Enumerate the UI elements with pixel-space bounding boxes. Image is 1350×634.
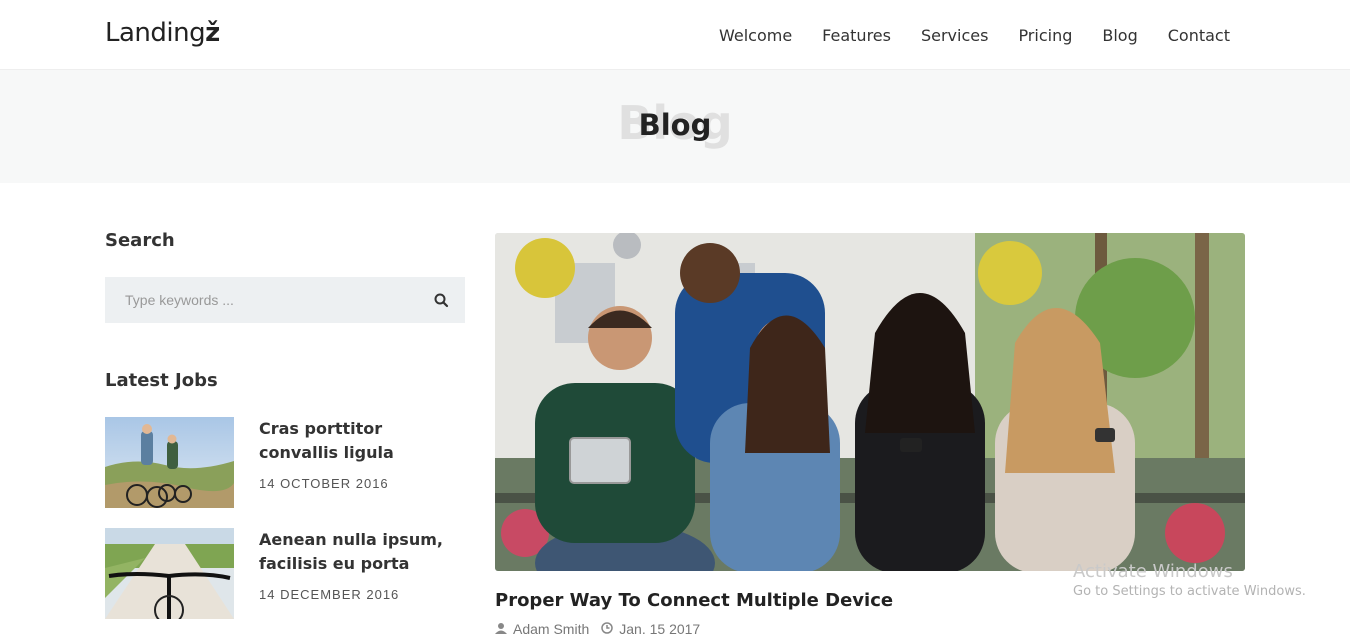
latest-jobs-title: Latest Jobs: [105, 370, 218, 391]
watermark-line-1: Activate Windows: [1073, 561, 1233, 582]
job-title[interactable]: Cras porttitor convallis ligula: [259, 417, 459, 465]
job-item[interactable]: Cras porttitor convallis ligula 14 OCTOB…: [105, 417, 465, 509]
nav-pricing[interactable]: Pricing: [1018, 26, 1072, 45]
windows-activation-watermark: Activate Windows Go to Settings to activ…: [1073, 561, 1306, 599]
page-title: Blog: [638, 108, 712, 142]
nav-contact[interactable]: Contact: [1168, 26, 1230, 45]
page-title-band: Blog Blog: [0, 70, 1350, 183]
post-title[interactable]: Proper Way To Connect Multiple Device: [495, 590, 893, 611]
job-item[interactable]: Aenean nulla ipsum, facilisis eu porta 1…: [105, 528, 465, 620]
job-date: 14 OCTOBER 2016: [259, 476, 389, 491]
post-author[interactable]: Adam Smith: [513, 621, 589, 634]
post-featured-image[interactable]: [495, 233, 1245, 571]
logo-accent: ž: [205, 18, 220, 48]
search-input[interactable]: [105, 277, 425, 323]
logo-text: Landing: [105, 18, 206, 48]
sidebar: Search Latest Jobs: [105, 230, 465, 619]
nav-blog[interactable]: Blog: [1102, 26, 1137, 45]
job-date: 14 DECEMBER 2016: [259, 587, 400, 602]
clock-icon: [601, 621, 613, 634]
nav-features[interactable]: Features: [822, 26, 891, 45]
search-widget-title: Search: [105, 230, 175, 251]
top-navbar: Landingž Welcome Features Services Prici…: [0, 0, 1350, 70]
search-icon[interactable]: [431, 290, 453, 312]
main-nav: Welcome Features Services Pricing Blog C…: [689, 0, 1230, 70]
nav-services[interactable]: Services: [921, 26, 988, 45]
search-box: [105, 277, 465, 323]
post-meta: Adam Smith Jan. 15 2017: [495, 621, 700, 634]
user-icon: [495, 621, 507, 634]
logo[interactable]: Landingž: [105, 18, 220, 48]
post-date: Jan. 15 2017: [619, 621, 701, 634]
job-thumbnail-bike-road[interactable]: [105, 528, 234, 619]
nav-welcome[interactable]: Welcome: [719, 26, 792, 45]
job-thumbnail-cyclists[interactable]: [105, 417, 234, 508]
job-title[interactable]: Aenean nulla ipsum, facilisis eu porta: [259, 528, 459, 576]
watermark-line-2: Go to Settings to activate Windows.: [1073, 584, 1306, 599]
